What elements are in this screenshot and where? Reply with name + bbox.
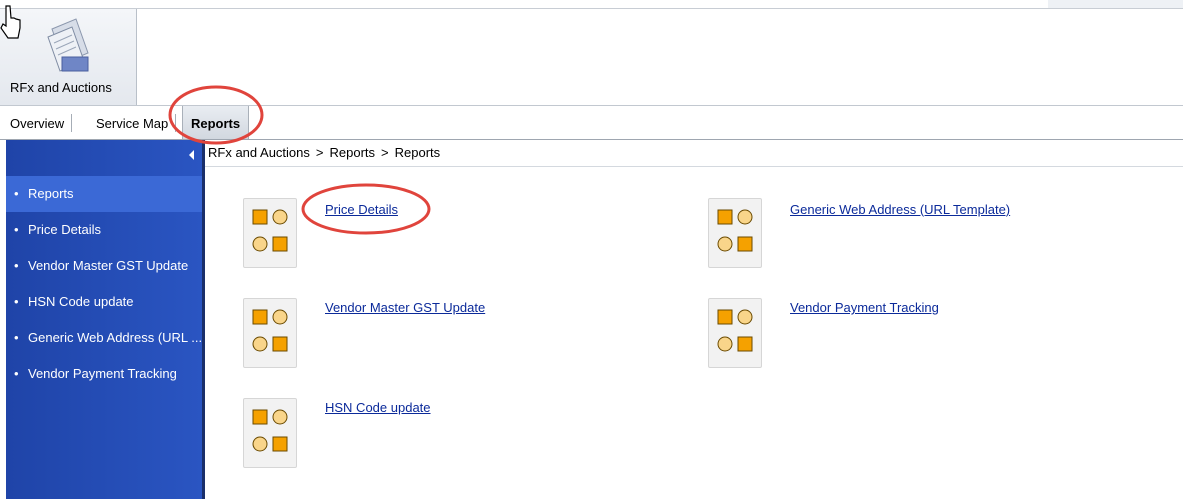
breadcrumb-item[interactable]: Reports xyxy=(329,145,375,160)
breadcrumb: RFx and Auctions > Reports > Reports xyxy=(205,140,1183,167)
report-shapes-graphic xyxy=(717,209,753,252)
sidebar-item-generic-web-address[interactable]: • Generic Web Address (URL ... xyxy=(6,320,202,356)
sidebar-item-label: Price Details xyxy=(28,222,101,237)
report-link-generic-web-address[interactable]: Generic Web Address (URL Template) xyxy=(790,202,1010,217)
sidebar-item-label: HSN Code update xyxy=(28,294,134,309)
report-shapes-graphic xyxy=(717,309,753,352)
header: RFx and Auctions xyxy=(0,8,1183,106)
report-shapes-graphic xyxy=(252,309,288,352)
report-link-vendor-master-gst-update[interactable]: Vendor Master GST Update xyxy=(325,300,485,315)
sidebar-list: • Reports • Price Details • Vendor Master G… xyxy=(6,176,202,392)
tab-overview[interactable]: Overview xyxy=(2,106,73,139)
tab-service-map[interactable]: Service Map xyxy=(88,106,177,139)
breadcrumb-item[interactable]: RFx and Auctions xyxy=(208,145,310,160)
sidebar-item-vendor-master-gst-update[interactable]: • Vendor Master GST Update xyxy=(6,248,202,284)
report-shapes-icon[interactable] xyxy=(708,198,762,268)
top-right-bar xyxy=(1048,0,1183,8)
report-shapes-icon[interactable] xyxy=(708,298,762,368)
top-strip xyxy=(0,0,1183,8)
sidebar: • Reports • Price Details • Vendor Master G… xyxy=(6,140,205,499)
report-link-hsn-code-update[interactable]: HSN Code update xyxy=(325,400,431,415)
sidebar-item-vendor-payment-tracking[interactable]: • Vendor Payment Tracking xyxy=(6,356,202,392)
hand-pointer-icon xyxy=(0,5,21,39)
sidebar-item-label: Vendor Master GST Update xyxy=(28,258,189,273)
breadcrumb-separator: > xyxy=(381,145,389,160)
breadcrumb-item: Reports xyxy=(394,145,441,160)
report-shapes-icon[interactable] xyxy=(243,298,297,368)
report-shapes-graphic xyxy=(252,209,288,252)
navigation-bar: Overview Service Map Reports xyxy=(0,105,1183,140)
sidebar-item-reports[interactable]: • Reports xyxy=(6,176,202,212)
tab-reports[interactable]: Reports xyxy=(182,106,250,139)
sidebar-item-label: Reports xyxy=(28,186,74,201)
sidebar-item-hsn-code-update[interactable]: • HSN Code update xyxy=(6,284,202,320)
report-shapes-graphic xyxy=(252,409,288,452)
breadcrumb-separator: > xyxy=(315,145,324,160)
report-shapes-icon[interactable] xyxy=(243,198,297,268)
rfx-documents-icon xyxy=(47,18,89,72)
report-shapes-icon[interactable] xyxy=(243,398,297,468)
sidebar-item-label: Vendor Payment Tracking xyxy=(28,366,177,381)
sidebar-item-price-details[interactable]: • Price Details xyxy=(6,212,202,248)
workcenter-label: RFx and Auctions xyxy=(10,80,112,95)
sidebar-item-label: Generic Web Address (URL ... xyxy=(28,330,202,345)
report-link-price-details[interactable]: Price Details xyxy=(325,202,398,217)
collapse-arrow-icon[interactable] xyxy=(189,150,194,160)
sidebar-collapse-bar[interactable] xyxy=(6,140,202,168)
report-link-vendor-payment-tracking[interactable]: Vendor Payment Tracking xyxy=(790,300,939,315)
